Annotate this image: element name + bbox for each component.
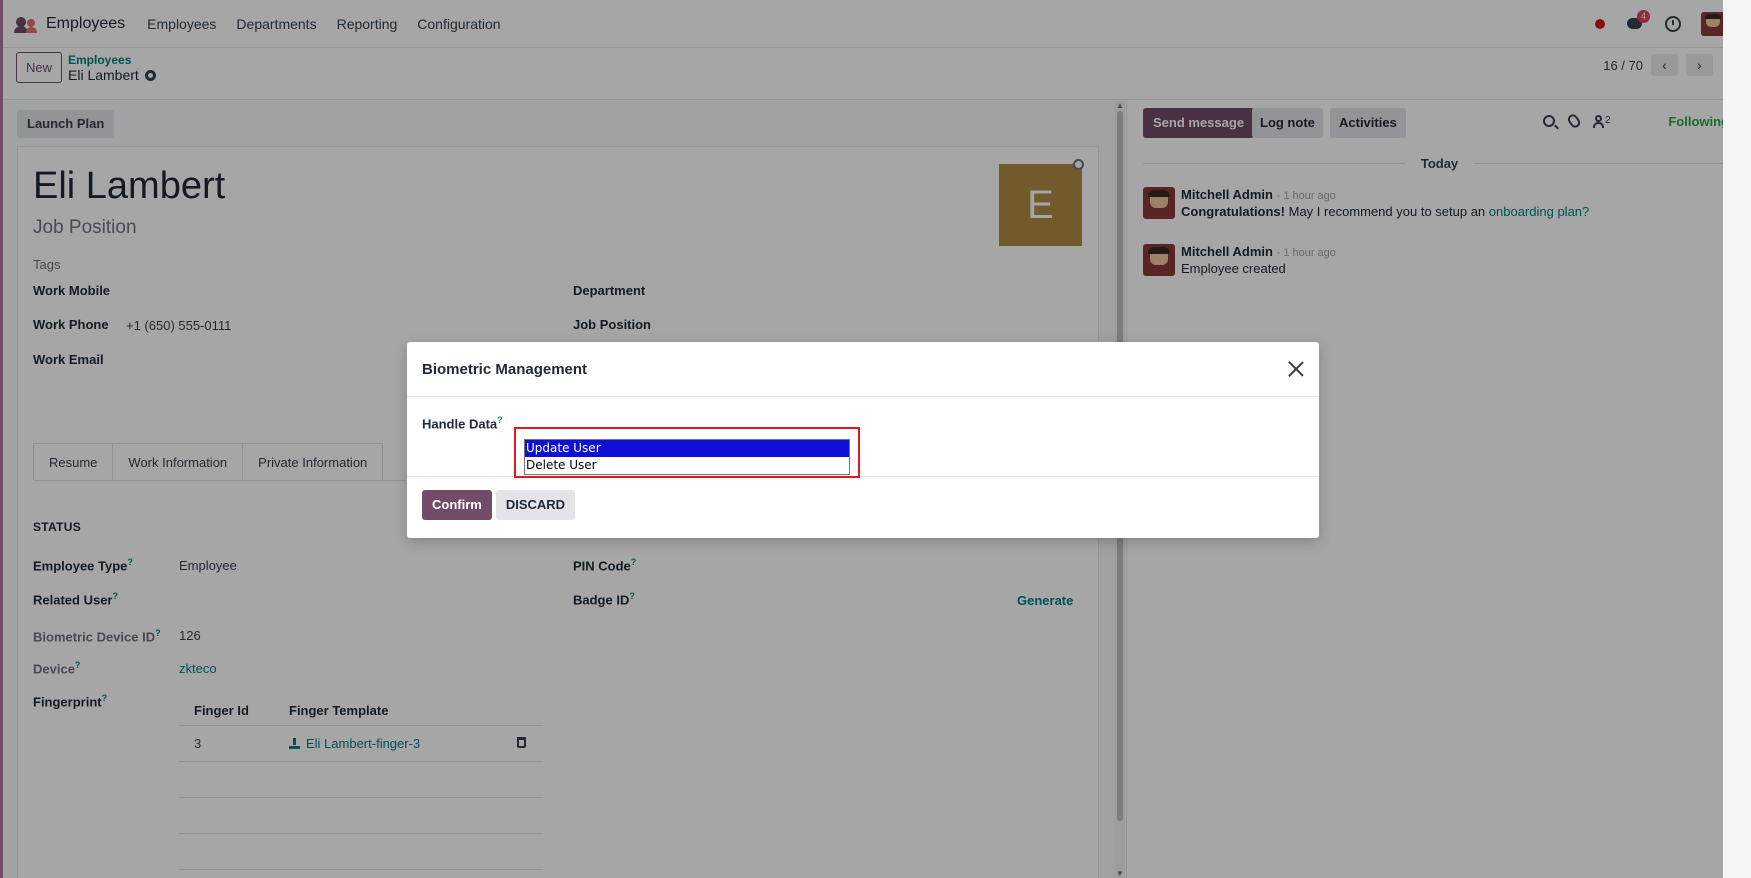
- biometric-management-dialog: Biometric Management Handle Data? Update…: [407, 342, 1319, 538]
- discard-button[interactable]: DISCARD: [495, 490, 576, 520]
- modal-body: Handle Data? Update User Delete User: [407, 397, 1319, 478]
- modal-footer: Confirm DISCARD: [422, 490, 576, 520]
- right-edge-strip: [1723, 0, 1751, 878]
- modal-header: Biometric Management: [407, 342, 1319, 397]
- option-delete-user[interactable]: Delete User: [525, 457, 849, 474]
- left-edge-strip: [0, 0, 3, 878]
- handle-data-label: Handle Data?: [422, 415, 503, 432]
- handle-data-dropdown[interactable]: Update User Delete User: [524, 439, 850, 475]
- handle-data-select-highlight: Update User Delete User: [514, 427, 860, 478]
- modal-title: Biometric Management: [422, 360, 588, 378]
- confirm-button[interactable]: Confirm: [422, 490, 492, 520]
- option-update-user[interactable]: Update User: [525, 440, 849, 457]
- close-icon[interactable]: [1288, 361, 1304, 377]
